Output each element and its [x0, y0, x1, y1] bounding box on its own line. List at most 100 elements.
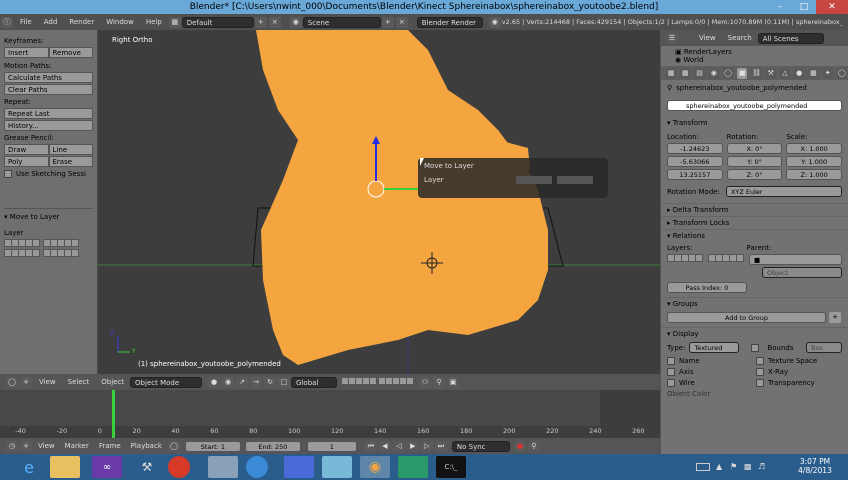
outliner-menu-search[interactable]: Search: [722, 34, 758, 42]
scale-x-field[interactable]: X: 1.000: [786, 143, 842, 154]
file-explorer-icon[interactable]: [50, 456, 80, 478]
remote-desktop-icon[interactable]: [208, 456, 238, 478]
display-header[interactable]: ▾ Display: [661, 327, 848, 340]
remove-screen-icon[interactable]: ×: [268, 16, 281, 28]
texture-tab-icon[interactable]: ▦: [808, 67, 819, 79]
physics-tab-icon[interactable]: ◯: [836, 67, 848, 79]
prev-key-icon[interactable]: ◀: [378, 440, 391, 452]
outliner-editor-icon[interactable]: ☰: [666, 32, 678, 44]
remove-keyframe-button[interactable]: Remove: [48, 47, 93, 58]
menu-select[interactable]: Select: [62, 378, 96, 386]
timeline-menu-marker[interactable]: Marker: [60, 442, 94, 450]
axis-checkbox[interactable]: [667, 368, 675, 376]
erase-button[interactable]: Erase: [48, 156, 93, 167]
new-group-icon[interactable]: +: [829, 312, 841, 323]
object-name-field[interactable]: sphereinabox_youtoobe_polymended: [667, 100, 842, 111]
relations-header[interactable]: ▾ Relations: [661, 229, 848, 242]
screen-layout-field[interactable]: Default: [181, 16, 254, 28]
close-button[interactable]: ✕: [816, 0, 848, 14]
header-toggle-icon[interactable]: +: [20, 376, 32, 388]
bounds-checkbox[interactable]: [751, 343, 760, 352]
play-icon[interactable]: ▶: [406, 440, 419, 452]
delta-transform-header[interactable]: ▸ Delta Transform: [661, 203, 848, 216]
axis-option[interactable]: Axis: [667, 368, 753, 376]
visual-studio-icon[interactable]: ∞: [92, 456, 122, 478]
network-tray-icon[interactable]: ▩: [744, 462, 752, 471]
menu-view[interactable]: View: [33, 378, 62, 386]
scale-icon[interactable]: □: [278, 376, 291, 388]
minimize-button[interactable]: –: [768, 0, 792, 14]
bounds-type-select[interactable]: Box: [806, 342, 842, 353]
properties-editor-icon[interactable]: ▦: [666, 67, 677, 79]
manipulator-icon[interactable]: ↗: [236, 376, 249, 388]
outliner-filter-select[interactable]: All Scenes: [757, 32, 824, 44]
rotation-mode-select[interactable]: XYZ Euler: [725, 186, 842, 197]
rotation-x-field[interactable]: X: 0°: [726, 143, 783, 154]
add-scene-icon[interactable]: +: [381, 16, 394, 28]
transform-panel-header[interactable]: ▾ Transform: [661, 117, 848, 129]
timeline-menu-playback[interactable]: Playback: [126, 442, 167, 450]
keyboard-icon[interactable]: [696, 463, 710, 471]
media-icon[interactable]: [246, 456, 268, 478]
tray-arrow-icon[interactable]: ▲: [716, 462, 722, 471]
name-checkbox[interactable]: [667, 357, 675, 365]
particles-tab-icon[interactable]: ✦: [822, 67, 833, 79]
x-ray-checkbox[interactable]: [756, 368, 764, 376]
current-frame-field[interactable]: 1: [306, 440, 357, 452]
material-tab-icon[interactable]: ●: [794, 67, 805, 79]
keying-set-icon[interactable]: ⚲: [527, 440, 540, 452]
remove-scene-icon[interactable]: ×: [395, 16, 408, 28]
outliner-item-world[interactable]: ◉ World: [675, 56, 834, 64]
transparency-checkbox[interactable]: [756, 379, 764, 387]
object-layer-grid[interactable]: [667, 254, 703, 265]
scene-tab-icon[interactable]: ◉: [708, 67, 719, 79]
location-y-field[interactable]: -5.63066: [667, 156, 723, 167]
insert-keyframe-button[interactable]: Insert: [4, 47, 49, 58]
tools-icon[interactable]: ⚒: [132, 456, 162, 478]
popup-layer-grid[interactable]: [516, 176, 593, 186]
poly-button[interactable]: Poly: [4, 156, 49, 167]
scale-z-field[interactable]: Z: 1.000: [786, 169, 842, 180]
translate-icon[interactable]: →: [250, 376, 263, 388]
scale-y-field[interactable]: Y: 1.000: [786, 156, 842, 167]
preview-range-icon[interactable]: ◯: [167, 440, 180, 452]
notes-icon[interactable]: [322, 456, 352, 478]
x-ray-option[interactable]: X-Ray: [756, 368, 842, 376]
object-tab-icon[interactable]: ■: [737, 67, 748, 79]
parent-field[interactable]: ■: [749, 254, 842, 265]
blender-taskbar-icon[interactable]: ◉: [360, 456, 390, 478]
world-tab-icon[interactable]: ◯: [722, 67, 734, 79]
menu-window[interactable]: Window: [100, 18, 140, 26]
clock[interactable]: 3:07 PM 4/8/2013: [790, 457, 840, 475]
timeline-menu-frame[interactable]: Frame: [94, 442, 126, 450]
draw-button[interactable]: Draw: [4, 144, 49, 155]
pivot-icon[interactable]: ◉: [222, 376, 235, 388]
command-prompt-icon[interactable]: C:\_: [436, 456, 466, 478]
wire-option[interactable]: Wire: [667, 379, 753, 387]
line-button[interactable]: Line: [48, 144, 93, 155]
app-icon[interactable]: [398, 456, 428, 478]
texture-space-option[interactable]: Texture Space: [756, 357, 842, 365]
jump-end-icon[interactable]: ⏭: [434, 440, 447, 452]
scene-field[interactable]: Scene: [302, 16, 381, 28]
network-icon[interactable]: [284, 456, 314, 478]
scene-icon[interactable]: ◉: [289, 16, 302, 28]
menu-object[interactable]: Object: [95, 378, 130, 386]
groups-header[interactable]: ▾ Groups: [661, 297, 848, 310]
operator-title[interactable]: ▾ Move to Layer: [4, 213, 93, 221]
jump-start-icon[interactable]: ⏮: [364, 440, 377, 452]
transform-locks-header[interactable]: ▸ Transform Locks: [661, 216, 848, 229]
sync-mode-select[interactable]: No Sync: [451, 440, 510, 452]
start-frame-field[interactable]: Start: 1: [184, 440, 241, 452]
editor-type-icon[interactable]: ◯: [6, 376, 18, 388]
chrome-icon[interactable]: [168, 456, 190, 478]
rotation-z-field[interactable]: Z: 0°: [726, 169, 783, 180]
rotate-icon[interactable]: ↻: [264, 376, 277, 388]
pin-icon[interactable]: ⚲: [667, 84, 672, 92]
ie-icon[interactable]: e: [14, 456, 44, 478]
layer-buttons[interactable]: [341, 377, 415, 387]
sketching-session-checkbox[interactable]: [4, 170, 12, 178]
add-screen-icon[interactable]: +: [254, 16, 267, 28]
display-type-select[interactable]: Textured: [689, 342, 740, 353]
render-engine-select[interactable]: Blender Render: [416, 16, 483, 28]
